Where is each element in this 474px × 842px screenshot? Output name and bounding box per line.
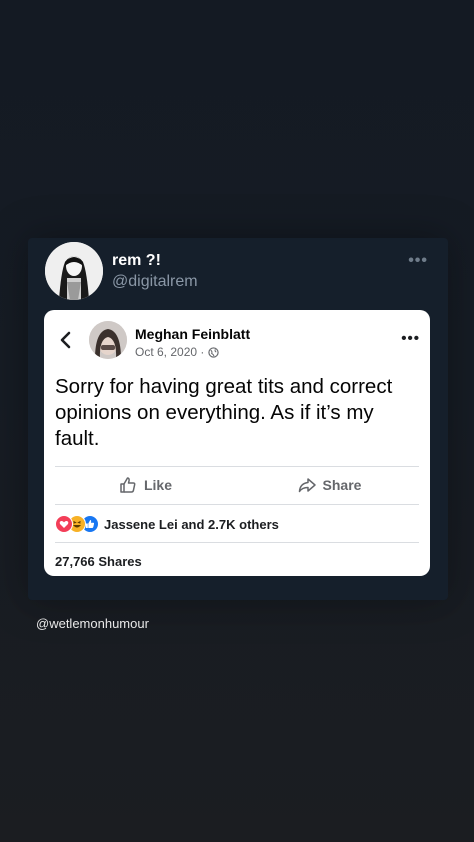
shares-count[interactable]: 27,766 Shares xyxy=(55,554,142,569)
post-meta: Oct 6, 2020 · xyxy=(135,345,220,359)
author-avatar[interactable] xyxy=(89,321,127,359)
reactions-text: Jassene Lei and 2.7K others xyxy=(104,516,279,532)
facebook-post-screenshot: Meghan Feinblatt Oct 6, 2020 · ••• Sorry… xyxy=(44,310,430,576)
back-chevron-icon[interactable] xyxy=(58,330,74,350)
like-label: Like xyxy=(143,477,172,493)
divider xyxy=(55,542,419,543)
love-reaction-icon xyxy=(55,515,73,533)
profile-avatar[interactable] xyxy=(45,242,103,300)
author-name[interactable]: Meghan Feinblatt xyxy=(135,326,250,342)
reactions-summary[interactable]: Jassene Lei and 2.7K others xyxy=(55,513,279,535)
post-date: Oct 6, 2020 · xyxy=(135,345,205,359)
post-options-icon[interactable]: ••• xyxy=(401,330,420,347)
post-text: Sorry for having great tits and correct … xyxy=(55,375,393,450)
divider xyxy=(55,504,419,505)
share-arrow-icon xyxy=(298,478,316,493)
user-handle[interactable]: @digitalrem xyxy=(112,273,198,291)
like-button[interactable]: Like xyxy=(55,466,235,504)
share-label: Share xyxy=(322,477,362,493)
more-horizontal-icon[interactable]: ••• xyxy=(408,252,428,270)
tweet-card: rem ?! @digitalrem ••• Meghan Feinblatt … xyxy=(28,238,448,600)
share-button[interactable]: Share xyxy=(239,466,419,504)
display-name[interactable]: rem ?! xyxy=(112,252,161,270)
credit-handle[interactable]: @wetlemonhumour xyxy=(36,616,149,631)
thumbs-up-icon xyxy=(120,477,136,493)
globe-icon xyxy=(208,346,220,358)
